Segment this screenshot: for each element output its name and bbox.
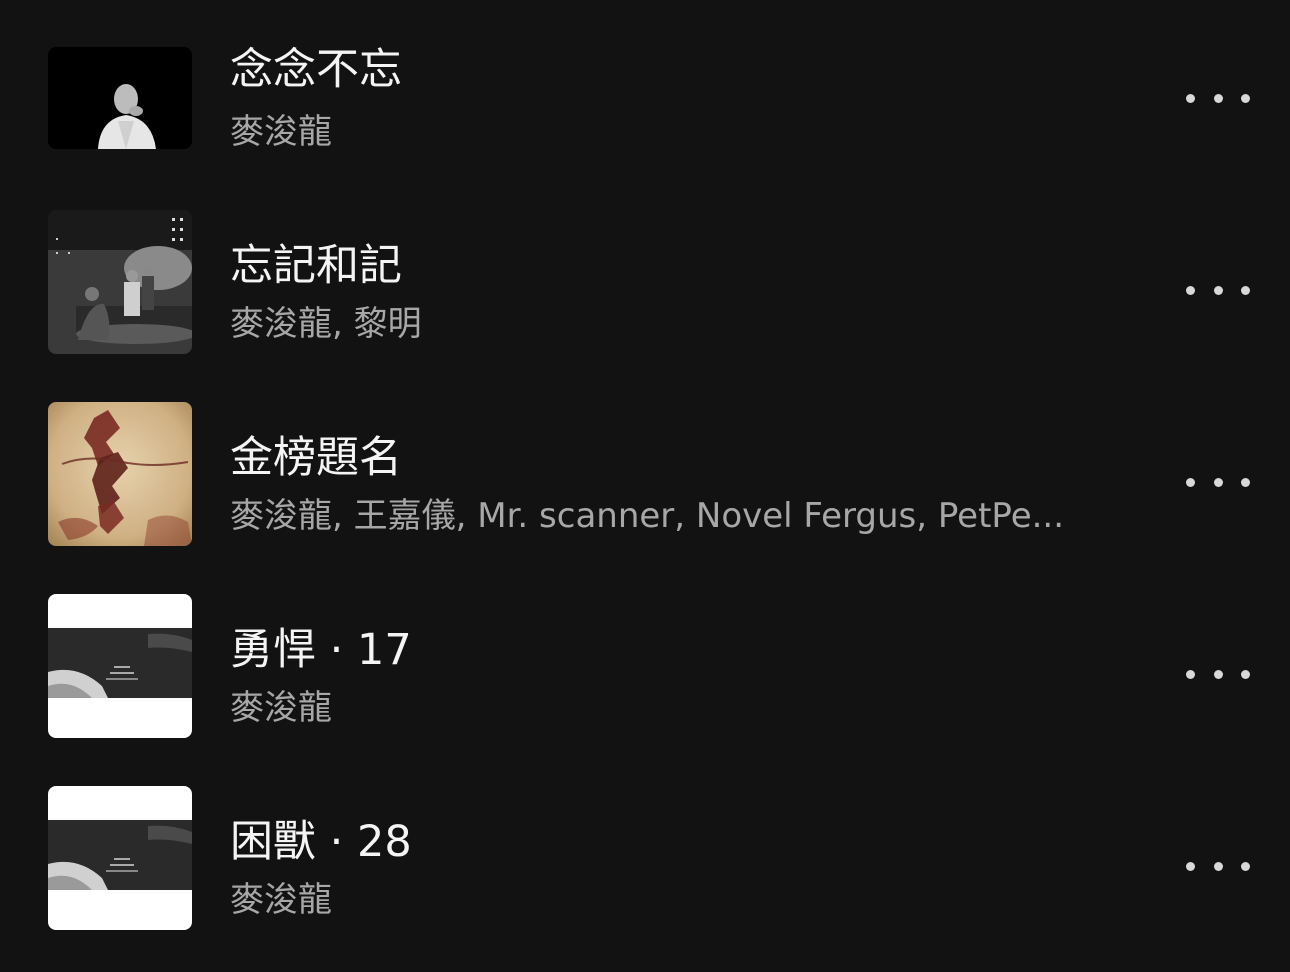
track-artists: 麥浚龍, 黎明	[230, 304, 422, 344]
album-artwork	[48, 786, 192, 930]
track-title: 忘記和記	[230, 241, 402, 291]
album-artwork	[48, 402, 192, 546]
track-row[interactable]: 念念不忘 麥浚龍	[0, 18, 1290, 178]
track-title: 念念不忘	[230, 45, 402, 95]
track-list: 念念不忘 麥浚龍 忘記和記 麥浚龍, 黎明 金榜題名 麥浚龍, 王嘉儀, Mr.…	[0, 0, 1290, 972]
album-artwork	[48, 47, 192, 149]
album-artwork	[48, 210, 192, 354]
album-artwork	[48, 594, 192, 738]
more-horizontal-icon[interactable]	[1186, 654, 1250, 694]
more-horizontal-icon[interactable]	[1186, 462, 1250, 502]
track-row[interactable]: 勇悍 · 17 麥浚龍	[0, 594, 1290, 754]
track-artists: 麥浚龍, 王嘉儀, Mr. scanner, Novel Fergus, Pet…	[230, 496, 1065, 536]
track-artists: 麥浚龍	[230, 112, 332, 152]
track-row[interactable]: 忘記和記 麥浚龍, 黎明	[0, 210, 1290, 370]
track-title: 勇悍 · 17	[230, 625, 412, 675]
track-artists: 麥浚龍	[230, 880, 332, 920]
track-artists: 麥浚龍	[230, 688, 332, 728]
more-horizontal-icon[interactable]	[1186, 846, 1250, 886]
track-row[interactable]: 金榜題名 麥浚龍, 王嘉儀, Mr. scanner, Novel Fergus…	[0, 402, 1290, 562]
more-horizontal-icon[interactable]	[1186, 78, 1250, 118]
track-row[interactable]: 困獸 · 28 麥浚龍	[0, 786, 1290, 946]
more-horizontal-icon[interactable]	[1186, 270, 1250, 310]
track-title: 金榜題名	[230, 433, 402, 483]
track-title: 困獸 · 28	[230, 817, 412, 867]
